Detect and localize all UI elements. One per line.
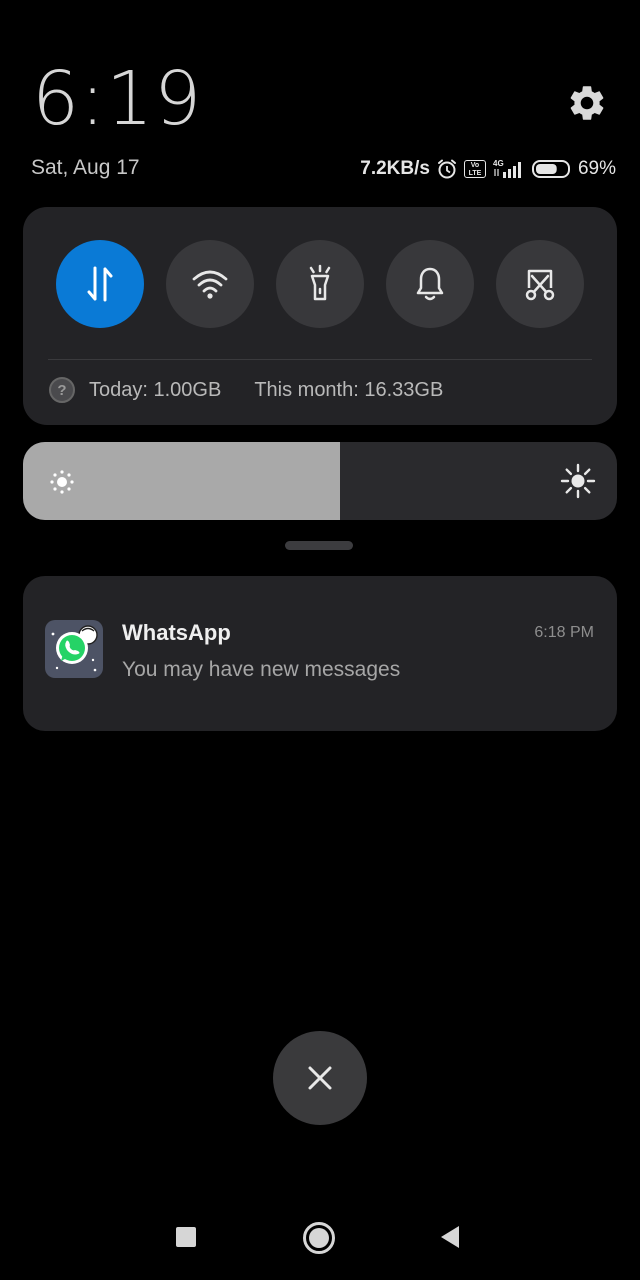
mobile-data-toggle[interactable] [56,240,144,328]
flashlight-toggle[interactable] [276,240,364,328]
settings-button[interactable] [566,82,608,124]
notification-title: WhatsApp [122,620,231,645]
clock-time: 6:19 [32,56,203,142]
triangle-back-icon [441,1226,459,1248]
scissors-screenshot-icon [525,269,555,301]
help-icon[interactable]: ? [49,377,75,403]
whatsapp-icon [51,625,98,672]
data-usage-row: ? Today: 1.00GB This month: 16.33GB [49,377,443,403]
network-speed: 7.2KB/s [360,158,430,179]
quick-settings-panel: ? Today: 1.00GB This month: 16.33GB [23,207,617,425]
battery-percent: 69% [577,158,616,179]
data-arrows-icon [87,266,113,302]
battery-level-fill [535,164,557,174]
circle-icon [303,1222,335,1254]
panel-drag-handle[interactable] [285,541,353,550]
sound-toggle[interactable] [386,240,474,328]
flashlight-icon [309,264,331,301]
status-bar: 7.2KB/s Vo LTE 4G 69% [360,154,616,184]
brightness-high-icon [560,463,596,499]
panel-divider [48,359,592,360]
bell-icon [416,267,444,301]
brightness-low-icon [50,470,74,494]
alarm-clock-icon [437,159,456,179]
notification-time: 6:18 PM [534,624,594,641]
volte-bottom-text: LTE [468,170,482,177]
date-label: Sat, Aug 17 [31,156,140,179]
app-icon [45,620,103,678]
wifi-icon [192,270,228,299]
network-type-label: 4G [493,159,504,168]
recents-button[interactable] [166,1217,206,1257]
signal-4g-icon: 4G [493,159,521,178]
gear-icon [570,86,604,120]
back-button[interactable] [430,1217,470,1257]
toggle-row [56,240,584,328]
notification-card[interactable]: WhatsApp You may have new messages 6:18 … [23,576,617,731]
wifi-toggle[interactable] [166,240,254,328]
battery-icon [531,160,570,178]
usage-month: This month: 16.33GB [254,378,444,401]
brightness-slider[interactable] [23,442,617,520]
screenshot-toggle[interactable] [496,240,584,328]
usage-today: Today: 1.00GB [89,378,222,401]
help-glyph: ? [57,381,67,399]
home-button[interactable] [299,1218,339,1258]
volte-top-text: Vo [470,162,480,169]
volte-icon: Vo LTE [463,160,486,178]
close-icon [308,1066,332,1090]
notification-text: You may have new messages [122,658,401,681]
square-icon [176,1227,196,1247]
clear-notifications-button[interactable] [273,1031,367,1125]
